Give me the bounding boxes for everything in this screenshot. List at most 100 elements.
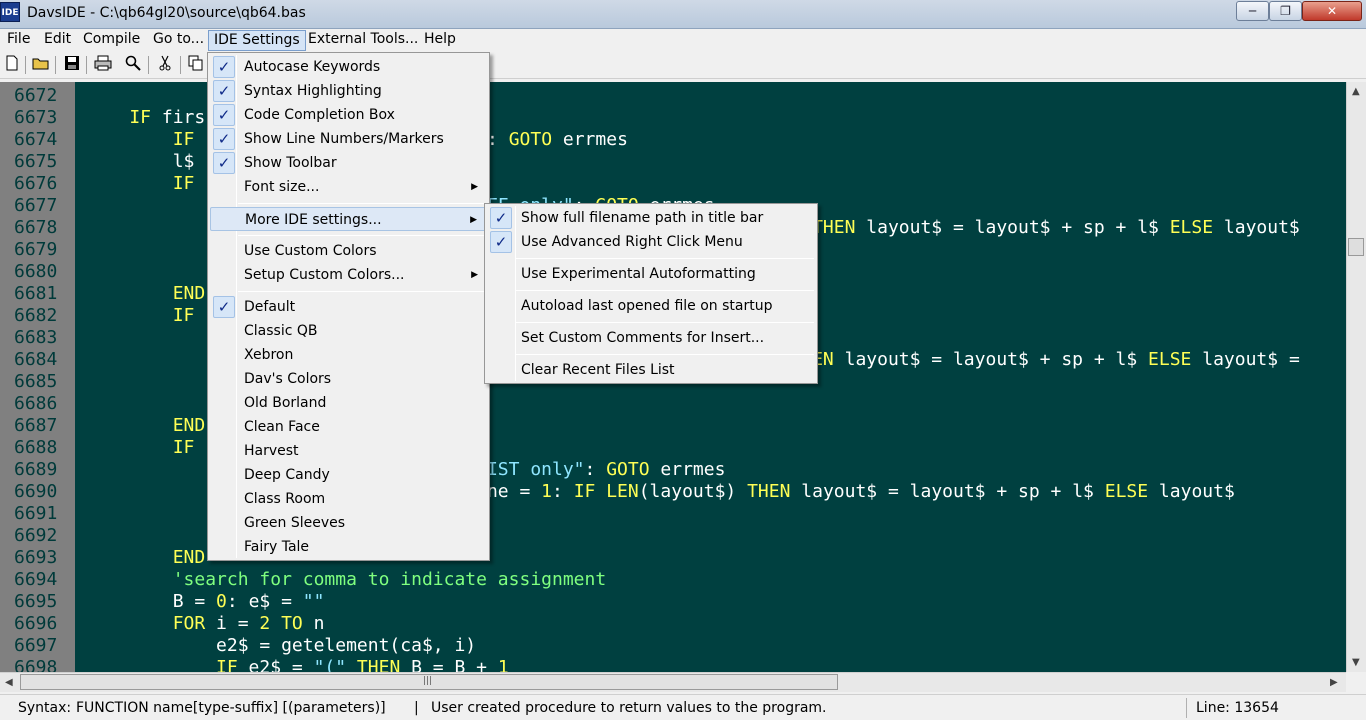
minimize-button[interactable]: ─	[1236, 1, 1269, 21]
code-token: layout$ = layout$ + sp + l$	[855, 217, 1170, 238]
ide-settings-menu-item[interactable]: Green Sleeves	[210, 511, 487, 535]
ide-settings-menu-item-label: Setup Custom Colors...	[244, 267, 405, 283]
ide-settings-menu-item-label: Fairy Tale	[244, 539, 310, 555]
code-token: ELSE	[1169, 217, 1214, 238]
code-line[interactable]: 6686	[0, 393, 1346, 415]
ide-settings-menu-item[interactable]: ✓ Code Completion Box	[210, 103, 487, 127]
more-settings-menu-item[interactable]: ✓ Show full filename path in title bar	[487, 206, 815, 230]
more-ide-settings-submenu: ✓ Show full filename path in title bar ✓ Us…	[484, 203, 818, 384]
ide-settings-menu-item-label: Deep Candy	[244, 467, 330, 483]
more-settings-menu-item[interactable]: Clear Recent Files List	[487, 358, 815, 382]
menu-file[interactable]: File	[2, 30, 35, 51]
ide-settings-menu-item[interactable]: Harvest	[210, 439, 487, 463]
code-line[interactable]: 6692	[0, 525, 1346, 547]
code-token: 1	[497, 657, 509, 672]
code-line[interactable]: 6689 ted KEY LIST only": GOTO errmes	[0, 459, 1346, 481]
horizontal-scroll-thumb[interactable]: |||	[20, 674, 838, 690]
line-number: 6678	[14, 217, 58, 238]
ide-settings-menu-item[interactable]: Font size... ▶	[210, 175, 487, 199]
menu-edit[interactable]: Edit	[39, 30, 76, 51]
checkmark-icon: ✓	[213, 80, 235, 102]
code-line[interactable]: 6673 IF firs	[0, 107, 1346, 129]
ide-settings-menu-item[interactable]: ✓ Syntax Highlighting	[210, 79, 487, 103]
line-number: 6695	[14, 591, 58, 612]
code-token: errmes	[649, 459, 726, 480]
cut-scissors-icon[interactable]	[155, 55, 175, 75]
ide-settings-menu-item[interactable]: Classic QB	[210, 319, 487, 343]
code-line[interactable]: 6690 layoutdone = 1: IF LEN(layout$) THE…	[0, 481, 1346, 503]
ide-settings-menu-item[interactable]: Class Room	[210, 487, 487, 511]
menu-external-tools[interactable]: External Tools...	[303, 30, 423, 51]
code-line[interactable]: 6676 IF EN	[0, 173, 1346, 195]
ide-settings-menu-item[interactable]: ✓ Show Line Numbers/Markers	[210, 127, 487, 151]
copy-icon[interactable]	[186, 55, 206, 75]
toolbar	[0, 52, 1366, 79]
code-line[interactable]: 6687 END	[0, 415, 1346, 437]
ide-settings-menu-item[interactable]: Fairy Tale	[210, 535, 487, 559]
scroll-up-arrow-icon[interactable]: ▲	[1352, 86, 1360, 97]
menu-separator	[515, 290, 814, 291]
line-number: 6691	[14, 503, 58, 524]
code-line[interactable]: 6688 IF HEN	[0, 437, 1346, 459]
close-button[interactable]: ✕	[1302, 1, 1362, 21]
ide-settings-menu-item-label: Harvest	[244, 443, 299, 459]
more-settings-menu-item[interactable]: ✓ Use Advanced Right Click Menu	[487, 230, 815, 254]
code-line[interactable]: 6691	[0, 503, 1346, 525]
ide-settings-menu-item-label: Show Line Numbers/Markers	[244, 131, 444, 147]
vertical-scroll-thumb[interactable]	[1348, 238, 1364, 256]
ide-settings-menu-item[interactable]: Setup Custom Colors... ▶	[210, 263, 487, 287]
checkmark-icon: ✓	[490, 207, 512, 229]
scroll-down-arrow-icon[interactable]: ▼	[1352, 657, 1360, 668]
more-settings-menu-item[interactable]: Autoload last opened file on startup	[487, 294, 815, 318]
ide-settings-menu-item-label: Default	[244, 299, 296, 315]
ide-settings-menu-item[interactable]: ✓ Autocase Keywords	[210, 55, 487, 79]
maximize-button[interactable]: ❐	[1269, 1, 1302, 21]
code-line[interactable]: 6674 IF KEY ...": GOTO errmes	[0, 129, 1346, 151]
more-settings-menu-item[interactable]: Set Custom Comments for Insert...	[487, 326, 815, 350]
code-line[interactable]: 6696 FOR i = 2 TO n	[0, 613, 1346, 635]
ide-settings-menu-item[interactable]: ✓ Default	[210, 295, 487, 319]
syntax-value: FUNCTION name[type-suffix] [(parameters)…	[76, 700, 386, 716]
menu-separator	[515, 258, 814, 259]
more-settings-menu-item[interactable]: Use Experimental Autoformatting	[487, 262, 815, 286]
ide-settings-menu-item[interactable]: ✓ Show Toolbar	[210, 151, 487, 175]
scroll-right-arrow-icon[interactable]: ▶	[1330, 677, 1338, 688]
save-disk-icon[interactable]	[62, 55, 82, 75]
code-token: (layout$)	[638, 481, 748, 502]
ide-settings-menu-item[interactable]: Old Borland	[210, 391, 487, 415]
ide-settings-menu-item[interactable]: Clean Face	[210, 415, 487, 439]
title-bar: IDE DavsIDE - C:\qb64gl20\source\qb64.ba…	[0, 0, 1366, 29]
code-line[interactable]: 6698 IF e2$ = "(" THEN B = B + 1	[0, 657, 1346, 672]
new-file-icon[interactable]	[2, 55, 22, 75]
menu-help[interactable]: Help	[419, 30, 461, 51]
menu-compile[interactable]: Compile	[78, 30, 145, 51]
ide-settings-menu-item[interactable]: Xebron	[210, 343, 487, 367]
code-token: "("	[313, 657, 347, 672]
open-folder-icon[interactable]	[31, 55, 51, 75]
ide-settings-menu-item[interactable]: Use Custom Colors	[210, 239, 487, 263]
ide-settings-menu: ✓ Autocase Keywords ✓ Syntax Highlighting ✓ C…	[207, 52, 490, 561]
ide-settings-menu-item-label: Clean Face	[244, 419, 320, 435]
menu-separator	[515, 354, 814, 355]
vertical-scrollbar[interactable]: ▲ ▼	[1346, 82, 1366, 672]
ide-settings-menu-item-label: Font size...	[244, 179, 320, 195]
code-line[interactable]: 6672	[0, 85, 1346, 107]
ide-settings-menu-item[interactable]: More IDE settings... ▶	[210, 207, 487, 231]
code-text: e2$ = getelement(ca$, i)	[86, 635, 476, 657]
find-magnifier-icon[interactable]	[123, 55, 143, 75]
scroll-left-arrow-icon[interactable]: ◀	[5, 677, 13, 688]
print-icon[interactable]	[93, 55, 113, 75]
code-line[interactable]: 6694 'search for comma to indicate assig…	[0, 569, 1346, 591]
code-text: END	[86, 283, 206, 305]
ide-settings-menu-item[interactable]: Dav's Colors	[210, 367, 487, 391]
code-line[interactable]: 6697 e2$ = getelement(ca$, i)	[0, 635, 1346, 657]
menu-ide-settings[interactable]: IDE Settings	[208, 30, 306, 51]
code-token: IF	[86, 107, 162, 128]
code-line[interactable]: 6695 B = 0: e$ = ""	[0, 591, 1346, 613]
menu-goto[interactable]: Go to...	[148, 30, 209, 51]
code-token: e2$ = getelement(ca$, i)	[86, 635, 477, 656]
ide-settings-menu-item[interactable]: Deep Candy	[210, 463, 487, 487]
line-number: 6677	[14, 195, 58, 216]
code-line[interactable]: 6675 l$	[0, 151, 1346, 173]
code-line[interactable]: 6693 END	[0, 547, 1346, 569]
